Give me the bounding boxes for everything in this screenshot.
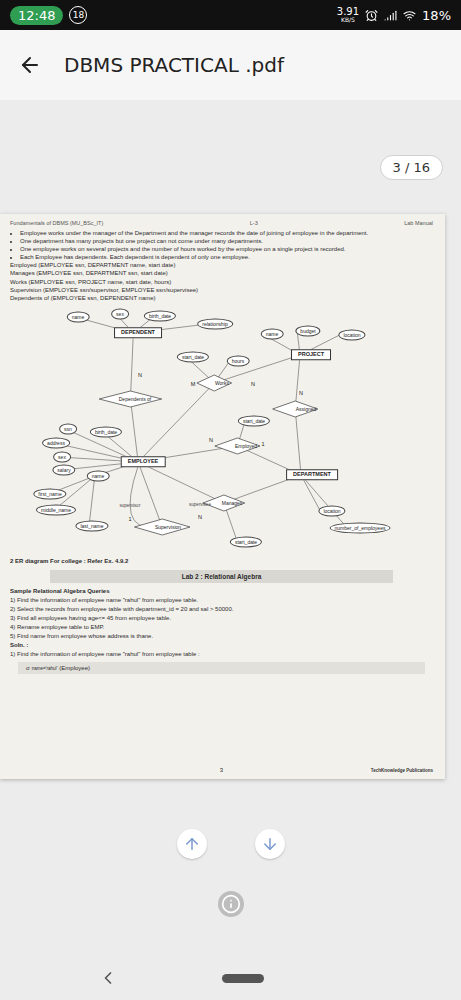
status-time: 12:48 <box>10 6 63 25</box>
er-diagram: DEPENDENT PROJECT EMPLOYEE DEPARTMENT Depend… <box>10 306 433 556</box>
pdf-page: Fundamentals of DBMS (MU_BSc_IT)L-3Lab M… <box>0 214 445 779</box>
info-icon <box>221 894 241 914</box>
attribute: start_date <box>177 351 209 362</box>
attribute: number_of_employees <box>330 522 391 533</box>
relationship: Dependents of <box>119 396 152 401</box>
page-footer: 3 TechKnowledge Publications <box>10 767 433 773</box>
cardinality: N <box>209 438 213 444</box>
relation-schema: Dependents of (EMPLOYEE ssn, DEPENDENT n… <box>10 294 433 302</box>
query-item: 2) Select the records from employee tabl… <box>10 605 433 614</box>
query-item: 1) Find the information of employee name… <box>10 596 433 605</box>
query-item: 3) Find all employees having age<= 45 fr… <box>10 614 433 623</box>
attribute: ssn <box>59 423 77 434</box>
publisher-logo: TechKnowledge Publications <box>371 768 433 773</box>
attribute: location <box>318 505 345 516</box>
entity: EMPLOYEE <box>121 456 166 468</box>
relationship: Employed <box>235 443 257 448</box>
entity: DEPENDENT <box>114 327 162 339</box>
queries-title: Sample Relational Algebra Queries <box>10 587 433 596</box>
attribute: relationship <box>197 318 233 329</box>
relationship-diamond <box>197 375 232 391</box>
page-counter: 3 / 16 <box>380 155 443 180</box>
relationship: Assigned <box>296 406 317 411</box>
relationship: Works <box>215 380 229 385</box>
relation-schema: Manages (EMPLOYEE ssn, DEPARTMENT ssn, s… <box>10 269 433 277</box>
arrow-down-icon <box>261 835 279 853</box>
attribute: location <box>338 329 365 340</box>
network-speed: 3.91KB/S <box>337 7 359 23</box>
requirement-item: One department has many projects but one… <box>20 237 433 245</box>
requirement-item: Employee works under the manager of the … <box>20 229 433 237</box>
back-arrow-icon[interactable] <box>18 53 42 77</box>
entity: PROJECT <box>291 349 331 361</box>
attribute: start_date <box>238 415 270 426</box>
attribute: salary <box>52 464 75 475</box>
attribute: birth_date <box>144 310 176 321</box>
query-item: 5) Find name from employee whose address… <box>10 632 433 641</box>
cardinality: N <box>138 373 142 379</box>
previous-page-button[interactable] <box>177 829 207 859</box>
relationship-diamond <box>273 401 318 417</box>
requirements-list: Employee works under the manager of the … <box>10 229 433 261</box>
chevron-left-icon <box>98 968 118 988</box>
page-number: 3 <box>220 767 223 773</box>
relationship-diamond <box>99 391 161 407</box>
relationship: Supervision <box>155 524 181 529</box>
pdf-viewer[interactable]: 3 / 16 Fundamentals of DBMS (MU_BSc_IT)L-… <box>0 100 461 1000</box>
relation-schema: Supervision (EMPLOYEE ssn/supervisor, EM… <box>10 286 433 294</box>
relation-schema: Works (EMPLOYEE ssn, PROJECT name, start… <box>10 278 433 286</box>
document-title: DBMS PRACTICAL .pdf <box>64 53 284 77</box>
wifi-icon <box>403 9 416 22</box>
attribute: sex <box>53 451 71 462</box>
attribute: sex <box>111 308 129 319</box>
er-note: 2 ER diagram For college : Refer Ex. 4.9… <box>10 558 433 564</box>
solution-query: 1) Find the information of employee name… <box>10 650 433 659</box>
cardinality: N <box>251 382 255 388</box>
role-label: supervisor <box>120 504 141 509</box>
signal-icon <box>384 9 397 22</box>
app-bar: DBMS PRACTICAL .pdf <box>0 30 461 100</box>
notification-badge: 18 <box>69 6 87 24</box>
requirement-item: Each Employee has dependents. Each depen… <box>20 253 433 261</box>
cardinality: 1 <box>261 442 264 448</box>
attribute: name <box>67 311 90 322</box>
page-header: Fundamentals of DBMS (MU_BSc_IT)L-3Lab M… <box>10 220 433 226</box>
attribute: middle_name <box>36 504 76 515</box>
lab-title: Lab 2 : Relational Algebra <box>50 570 393 583</box>
attribute: birth_date <box>90 426 122 437</box>
entity: DEPARTMENT <box>286 469 338 481</box>
solution-label: Soln. : <box>10 641 433 650</box>
arrow-up-icon <box>183 835 201 853</box>
navigation-bar <box>0 956 461 1000</box>
attribute: hours <box>227 355 250 366</box>
attribute: budget <box>295 325 320 336</box>
info-button[interactable] <box>218 891 244 917</box>
cardinality: 1 <box>128 517 131 523</box>
requirement-item: One employee works on several projects a… <box>20 245 433 253</box>
cardinality: N <box>198 515 202 521</box>
relationship-diamond <box>215 438 260 454</box>
query-item: 4) Rename employee table to EMP. <box>10 623 433 632</box>
attribute: start_date <box>230 536 262 547</box>
attribute: first_name <box>33 488 66 499</box>
algebra-formula: σname='rahul'(Employee) <box>18 662 425 674</box>
battery-level: 18% <box>422 8 451 23</box>
home-pill[interactable] <box>222 974 264 983</box>
cardinality: N <box>299 391 303 397</box>
relationship: Manages <box>222 500 243 505</box>
next-page-button[interactable] <box>255 829 285 859</box>
relation-schema: Employed (EMPLOYEE ssn, DEPARTMENT name,… <box>10 261 433 269</box>
nav-back-button[interactable] <box>98 968 118 988</box>
alarm-icon <box>365 9 378 22</box>
attribute: address <box>42 437 70 448</box>
attribute: name <box>261 328 284 339</box>
role-label: supervisee <box>189 503 211 508</box>
attribute: name <box>87 470 110 481</box>
status-bar: 12:48 18 3.91KB/S 18% <box>0 0 461 30</box>
relationship-diamond <box>134 519 190 535</box>
cardinality: M <box>191 382 196 388</box>
attribute: last_name <box>75 520 108 531</box>
